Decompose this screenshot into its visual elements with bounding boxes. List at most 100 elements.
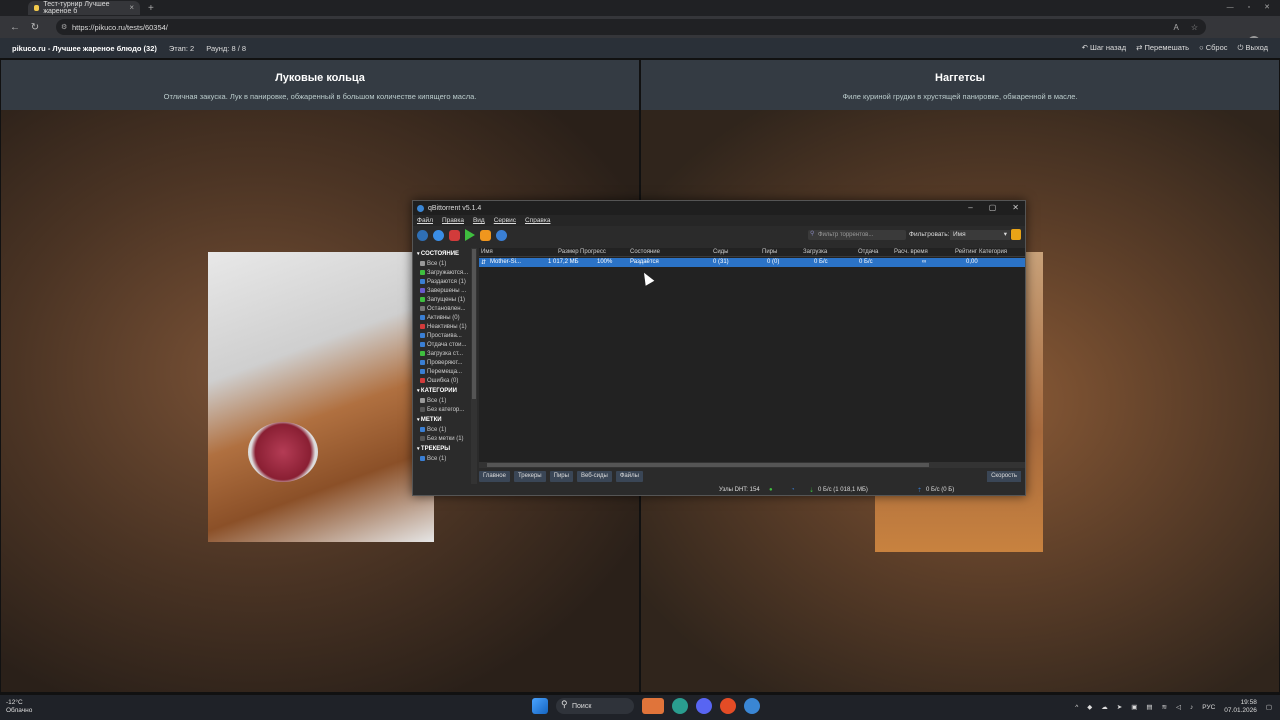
add-link-icon[interactable] bbox=[417, 229, 428, 241]
weather-widget[interactable]: -12°C Облачно bbox=[6, 699, 32, 715]
speed-button[interactable]: Скорость bbox=[987, 471, 1021, 482]
col-name[interactable]: Имя bbox=[481, 249, 493, 255]
status-downloading[interactable]: Загружаются... bbox=[415, 268, 471, 277]
tab-peers[interactable]: Пиры bbox=[549, 471, 573, 482]
menu-view[interactable]: Вид bbox=[473, 217, 485, 224]
close-window-icon[interactable]: ✕ bbox=[1264, 0, 1270, 16]
status-header[interactable]: СОСТОЯНИЕ bbox=[417, 251, 471, 257]
categories-header[interactable]: КАТЕГОРИИ bbox=[417, 388, 471, 394]
reset-button[interactable]: ○ Сброс bbox=[1199, 43, 1227, 53]
col-peers[interactable]: Пиры bbox=[762, 249, 777, 255]
close-tab-icon[interactable]: × bbox=[129, 3, 134, 12]
filter-select[interactable]: Имя bbox=[950, 230, 1010, 240]
trackers-header[interactable]: ТРЕКЕРЫ bbox=[417, 446, 471, 452]
category-none[interactable]: Без категор... bbox=[415, 405, 471, 414]
qb-close-icon[interactable]: ✕ bbox=[1012, 203, 1019, 212]
col-progress[interactable]: Прогресс bbox=[580, 249, 606, 255]
col-category[interactable]: Категория bbox=[979, 249, 1007, 255]
discord-icon[interactable] bbox=[696, 698, 712, 714]
status-checking[interactable]: Проверяют... bbox=[415, 358, 471, 367]
col-upload[interactable]: Отдача bbox=[858, 249, 878, 255]
exit-button[interactable]: ⏻ Выход bbox=[1238, 43, 1268, 53]
stop-icon[interactable] bbox=[480, 229, 491, 241]
col-size[interactable]: Размер bbox=[558, 249, 579, 255]
status-inactive[interactable]: Неактивны (1) bbox=[415, 322, 471, 331]
qb-maximize-icon[interactable]: ▢ bbox=[989, 203, 997, 212]
new-tab-button[interactable]: + bbox=[148, 3, 154, 14]
step-back-button[interactable]: ↶ Шаг назад bbox=[1082, 43, 1126, 53]
maximize-icon[interactable]: ▫ bbox=[1248, 0, 1250, 16]
menu-tools[interactable]: Сервис bbox=[494, 217, 516, 224]
status-completed[interactable]: Завершены ... bbox=[415, 286, 471, 295]
tab-trackers[interactable]: Трекеры bbox=[513, 471, 546, 482]
shuffle-button[interactable]: ⇄ Перемешать bbox=[1136, 43, 1189, 53]
start-menu-icon[interactable] bbox=[532, 698, 548, 714]
clock[interactable]: 19:58 07.01.2026 bbox=[1224, 699, 1257, 715]
lock-icon[interactable] bbox=[1011, 229, 1021, 240]
status-stalled[interactable]: Простаива... bbox=[415, 331, 471, 340]
tray-app-icon[interactable]: ◆ bbox=[1087, 703, 1092, 711]
status-active[interactable]: Активны (0) bbox=[415, 313, 471, 322]
qb-minimize-icon[interactable]: – bbox=[968, 203, 972, 212]
input-language[interactable]: РУС bbox=[1202, 704, 1215, 711]
onion-rings-photo[interactable] bbox=[208, 252, 434, 542]
menu-file[interactable]: Файл bbox=[417, 217, 433, 224]
col-seeds[interactable]: Сиды bbox=[713, 249, 729, 255]
settings-gear-icon[interactable] bbox=[496, 229, 507, 241]
reload-icon[interactable]: ↻ bbox=[30, 22, 40, 33]
status-stopped[interactable]: Остановлен... bbox=[415, 304, 471, 313]
menu-edit[interactable]: Правка bbox=[442, 217, 464, 224]
search-highlight-icon[interactable] bbox=[642, 698, 664, 714]
alt-speed-icon[interactable]: ◔ bbox=[791, 487, 795, 493]
status-seeding[interactable]: Раздаются (1) bbox=[415, 277, 471, 286]
add-torrent-icon[interactable] bbox=[433, 229, 444, 241]
menu-help[interactable]: Справка bbox=[525, 217, 551, 224]
tag-none[interactable]: Без метки (1) bbox=[415, 434, 471, 443]
option-left-header[interactable]: Луковые кольца Отличная закуска. Лук в п… bbox=[1, 60, 639, 110]
tray-cloud-icon[interactable]: ☁ bbox=[1101, 703, 1108, 711]
browser-tab[interactable]: Тест-турнир Лучшее жареное б × bbox=[28, 1, 140, 15]
status-error[interactable]: Ошибка (0) bbox=[415, 376, 471, 385]
back-icon[interactable]: ← bbox=[10, 22, 20, 33]
site-info-icon[interactable]: ⚙ bbox=[61, 23, 67, 31]
torrent-filter-input[interactable]: Фильтр торрентов... bbox=[808, 229, 906, 240]
tag-all[interactable]: Все (1) bbox=[415, 425, 471, 434]
status-stalled-download[interactable]: Загрузка ст... bbox=[415, 349, 471, 358]
notifications-icon[interactable]: ▢ bbox=[1266, 703, 1272, 711]
tray-volume-icon[interactable]: ◁ bbox=[1176, 703, 1181, 711]
col-ratio[interactable]: Рейтинг bbox=[955, 249, 977, 255]
tracker-all[interactable]: Все (1) bbox=[415, 454, 471, 463]
status-running[interactable]: Запущены (1) bbox=[415, 295, 471, 304]
tab-webseeds[interactable]: Веб-сиды bbox=[576, 471, 612, 482]
col-state[interactable]: Состояние bbox=[630, 249, 660, 255]
chrome-icon[interactable] bbox=[720, 698, 736, 714]
qbittorrent-taskbar-icon[interactable] bbox=[744, 698, 760, 714]
connection-status-icon[interactable]: ● bbox=[769, 487, 773, 493]
tray-gamepad-icon[interactable]: ▣ bbox=[1131, 703, 1137, 711]
option-right-header[interactable]: Наггетсы Филе куриной грудки в хрустящей… bbox=[641, 60, 1279, 110]
table-row[interactable]: ⇵ Mother-Si... 1 017,2 МБ 100% Раздаётся… bbox=[479, 258, 1025, 267]
sidebar-scrollbar[interactable] bbox=[471, 248, 477, 484]
download-speed[interactable]: 0 Б/с (1 018,1 МБ) bbox=[818, 487, 868, 493]
qb-titlebar[interactable]: qBittorrent v5.1.4 – ▢ ✕ bbox=[413, 201, 1025, 215]
category-all[interactable]: Все (1) bbox=[415, 396, 471, 405]
status-moving[interactable]: Перемеща... bbox=[415, 367, 471, 376]
taskbar-search[interactable]: Поиск bbox=[556, 698, 634, 714]
status-all[interactable]: Все (1) bbox=[415, 259, 471, 268]
url-field[interactable]: ⚙ https://pikuco.ru/tests/60354/ A ☆ bbox=[56, 19, 1206, 35]
status-stalled-upload[interactable]: Отдача стои... bbox=[415, 340, 471, 349]
table-hscrollbar[interactable] bbox=[479, 462, 1025, 468]
col-eta[interactable]: Расч. время bbox=[894, 249, 928, 255]
tab-general[interactable]: Главное bbox=[479, 471, 510, 482]
start-icon[interactable] bbox=[465, 229, 475, 241]
tags-header[interactable]: МЕТКИ bbox=[417, 417, 471, 423]
edge-icon[interactable] bbox=[672, 698, 688, 714]
tray-wifi-icon[interactable]: ≋ bbox=[1162, 703, 1167, 711]
upload-speed[interactable]: 0 Б/с (0 Б) bbox=[926, 487, 954, 493]
delete-icon[interactable] bbox=[449, 229, 460, 241]
tab-files[interactable]: Файлы bbox=[615, 471, 643, 482]
tray-telegram-icon[interactable]: ➤ bbox=[1117, 703, 1122, 711]
tray-mic-icon[interactable]: ♪ bbox=[1190, 704, 1193, 711]
bookmark-star-icon[interactable]: ☆ bbox=[1191, 23, 1198, 32]
col-download[interactable]: Загрузка bbox=[803, 249, 827, 255]
